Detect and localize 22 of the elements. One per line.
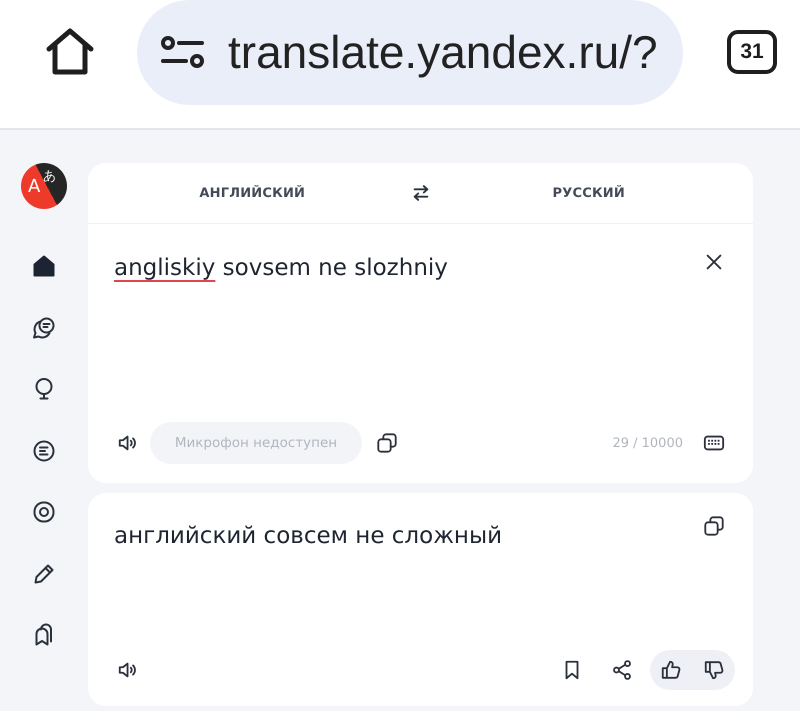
home-icon[interactable] [45, 27, 95, 77]
target-language-button[interactable]: РУССКИЙ [552, 180, 625, 206]
address-bar[interactable]: translate.yandex.ru/? [137, 0, 683, 104]
chat-bubbles-icon[interactable] [32, 316, 56, 340]
pencil-icon[interactable] [32, 562, 56, 586]
lens-icon[interactable] [32, 500, 56, 524]
copy-icon[interactable] [376, 432, 398, 454]
source-language-button[interactable]: АНГЛИЙСКИЙ [199, 180, 306, 206]
thumbs-up-icon[interactable] [660, 659, 682, 681]
source-text-field[interactable]: angliskiy sovsem ne slozhniy [114, 253, 703, 403]
text-lines-icon[interactable] [32, 438, 56, 462]
tab-count-button[interactable]: 31 [727, 30, 777, 74]
url-text: translate.yandex.ru/? [228, 29, 658, 75]
tune-icon[interactable] [160, 36, 205, 68]
share-icon[interactable] [611, 659, 633, 681]
thumbs-down-icon[interactable] [703, 659, 725, 681]
logo-letter: A [28, 178, 40, 196]
logo-letter: あ [43, 170, 56, 183]
character-counter: 29 / 10000 [612, 436, 683, 450]
translation-text: английский совсем не сложный [114, 522, 502, 551]
copy-icon[interactable] [703, 515, 725, 537]
home-icon[interactable] [32, 254, 56, 278]
